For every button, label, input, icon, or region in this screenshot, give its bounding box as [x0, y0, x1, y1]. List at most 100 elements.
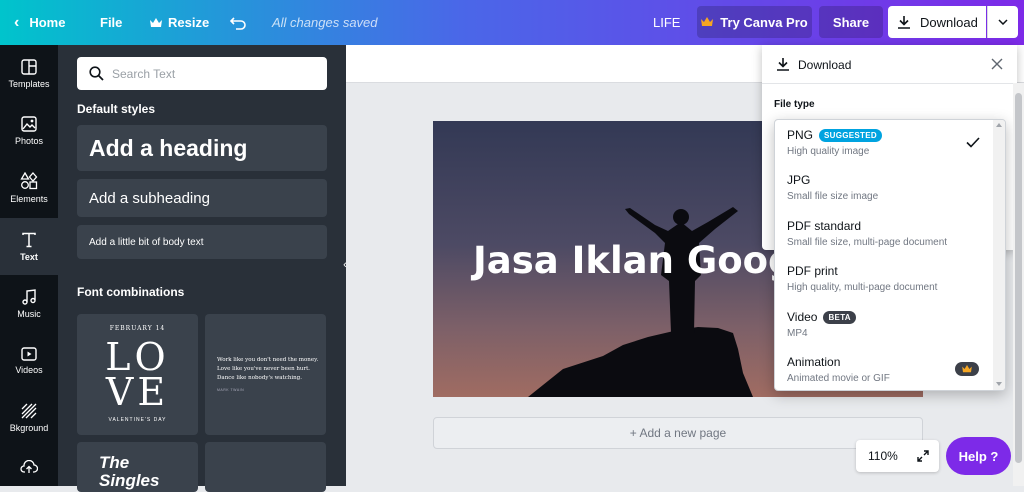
resize-label: Resize — [168, 15, 210, 30]
expand-icon[interactable] — [916, 449, 930, 463]
music-icon — [22, 288, 36, 305]
rail-item-background[interactable]: Bkground — [0, 389, 58, 446]
text-panel: Search Text Default styles Add a heading… — [58, 45, 346, 492]
option-description: Small file size image — [787, 191, 879, 202]
combo-quote-line2: Love like you've never been hurt. — [217, 366, 311, 372]
font-combo-singles[interactable]: The Singles — [77, 442, 198, 492]
video-icon — [21, 346, 37, 361]
option-name: PNG — [787, 128, 814, 142]
add-heading-button[interactable]: Add a heading — [77, 125, 327, 171]
file-type-option-pdf-standard[interactable]: PDF standard Small file size, multi-page… — [775, 211, 993, 256]
home-button[interactable]: ‹ Home — [14, 0, 65, 45]
rail-label: Templates — [8, 78, 50, 89]
combo-singles-line2: Singles — [99, 471, 160, 490]
beta-badge: BETA — [823, 310, 856, 324]
combo-date: FEBRUARY 14 — [109, 325, 166, 332]
top-bar: ‹ Home File Resize All changes saved LIF… — [0, 0, 1024, 45]
rail-item-videos[interactable]: Videos — [0, 332, 58, 389]
rail-label: Bkground — [9, 422, 49, 433]
canvas-scrollbar-thumb[interactable] — [1015, 93, 1022, 463]
download-options-button[interactable] — [987, 6, 1018, 38]
add-new-page-button[interactable]: + Add a new page — [433, 417, 923, 449]
try-pro-label: Try Canva Pro — [720, 14, 808, 30]
save-status: All changes saved — [272, 15, 378, 30]
download-icon — [777, 58, 789, 71]
rail-item-templates[interactable]: Templates — [0, 45, 58, 102]
option-name: Video — [787, 310, 818, 324]
option-description: Small file size, multi-page document — [787, 237, 948, 248]
search-input[interactable]: Search Text — [77, 57, 327, 90]
undo-button[interactable] — [230, 0, 246, 45]
combo-quote-author: MARK TWAIN — [217, 388, 245, 392]
cloud-upload-icon — [20, 460, 38, 473]
shapes-icon — [20, 171, 38, 189]
resize-button[interactable]: Resize — [150, 0, 209, 45]
search-placeholder: Search Text — [112, 66, 176, 81]
option-name: PDF standard — [787, 219, 862, 233]
file-type-option-pdf-print[interactable]: PDF print High quality, multi-page docum… — [775, 256, 993, 301]
suggested-badge: SUGGESTED — [819, 128, 882, 142]
font-combo-quote[interactable]: Work like you don't need the money. Love… — [205, 314, 326, 435]
home-label: Home — [29, 15, 66, 30]
download-icon — [898, 16, 910, 29]
crown-icon — [701, 17, 714, 26]
file-type-option-animation[interactable]: Animation Animated movie or GIF — [775, 347, 993, 390]
text-icon — [22, 232, 36, 247]
rail-label: Music — [17, 308, 41, 319]
scroll-up-arrow[interactable] — [996, 123, 1002, 127]
combo-quote-line3: Dance like nobody's watching. — [217, 375, 302, 381]
option-name: Animation — [787, 355, 841, 369]
option-name: PDF print — [787, 264, 838, 278]
document-title[interactable]: LIFE — [653, 0, 680, 45]
rail-label: Text — [20, 251, 38, 262]
combo-title-line2: VE — [105, 370, 170, 414]
add-body-text-button[interactable]: Add a little bit of body text — [77, 225, 327, 259]
combo-singles-line1: The — [99, 453, 130, 472]
pattern-icon — [21, 403, 37, 418]
chevron-left-icon: ‹ — [14, 13, 20, 31]
crown-icon — [962, 365, 972, 373]
crown-icon — [150, 17, 162, 27]
file-type-option-video[interactable]: Video BETA MP4 — [775, 302, 993, 347]
option-description: MP4 — [787, 328, 808, 339]
file-type-option-jpg[interactable]: JPG Small file size image — [775, 165, 993, 210]
close-icon[interactable] — [991, 58, 1003, 70]
combo-footer: VALENTINE'S DAY — [108, 417, 167, 423]
font-combo-more[interactable] — [205, 442, 326, 492]
search-icon — [89, 66, 104, 81]
font-combinations-title: Font combinations — [77, 285, 185, 299]
scroll-down-arrow[interactable] — [996, 382, 1002, 386]
add-subheading-button[interactable]: Add a subheading — [77, 179, 327, 217]
chevron-down-icon — [998, 19, 1008, 25]
rail-item-music[interactable]: Music — [0, 275, 58, 332]
try-pro-button[interactable]: Try Canva Pro — [697, 6, 812, 38]
rail-item-text[interactable]: Text — [0, 218, 58, 275]
rail-label: Elements — [10, 193, 48, 204]
default-styles-title: Default styles — [77, 102, 156, 116]
rail-item-uploads[interactable] — [0, 446, 58, 486]
download-label: Download — [920, 14, 978, 30]
canvas-scrollbar[interactable] — [1013, 83, 1024, 486]
side-rail: Templates Photos Elements Text Music Vid… — [0, 45, 58, 486]
zoom-level: 110% — [868, 449, 898, 463]
layout-icon — [21, 58, 37, 75]
pro-crown-badge — [955, 362, 979, 376]
rail-label: Photos — [14, 135, 44, 146]
file-type-list[interactable]: PNG SUGGESTED High quality image JPG Smal… — [774, 119, 1006, 391]
option-description: High quality, multi-page document — [787, 282, 938, 293]
checkmark-icon — [966, 137, 980, 148]
font-combo-valentine[interactable]: FEBRUARY 14 LO VE VALENTINE'S DAY — [77, 314, 198, 435]
help-button[interactable]: Help ? — [946, 437, 1011, 475]
list-scrollbar[interactable] — [993, 120, 1005, 390]
rail-item-photos[interactable]: Photos — [0, 102, 58, 159]
download-button[interactable]: Download — [888, 6, 986, 38]
share-button[interactable]: Share — [819, 6, 883, 38]
file-menu[interactable]: File — [100, 0, 122, 45]
file-type-label: File type — [774, 99, 815, 110]
combo-quote-line1: Work like you don't need the money. — [217, 357, 319, 363]
download-panel-divider — [762, 83, 1017, 84]
file-type-option-png[interactable]: PNG SUGGESTED High quality image — [775, 120, 993, 165]
zoom-control[interactable]: 110% — [856, 440, 939, 472]
rail-item-elements[interactable]: Elements — [0, 159, 58, 216]
option-name: JPG — [787, 173, 811, 187]
